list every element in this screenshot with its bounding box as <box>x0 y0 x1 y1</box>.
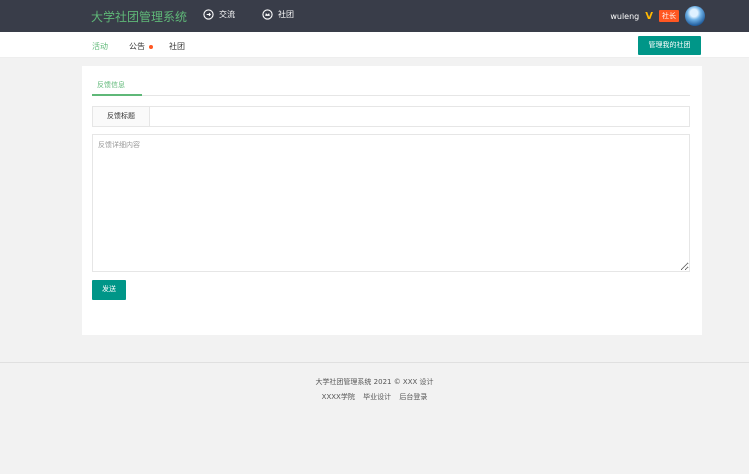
manage-my-club-button[interactable]: 管理我的社团 <box>638 36 701 55</box>
send-button[interactable]: 发送 <box>92 280 126 300</box>
nav-club-label: 社团 <box>278 10 294 19</box>
sub-navbar: 活动 公告 社团 <box>0 32 749 58</box>
feedback-card: 反馈信息 反馈标题 发送 <box>82 66 702 335</box>
nav-exchange[interactable]: 交流 <box>203 9 235 20</box>
exchange-icon <box>203 9 214 20</box>
username[interactable]: wuleng <box>610 12 639 21</box>
tab-divider <box>92 95 690 96</box>
title-field-row: 反馈标题 <box>92 106 690 127</box>
vip-icon: V <box>645 10 653 22</box>
title-label: 反馈标题 <box>93 107 150 126</box>
top-navbar: 大学社团管理系统 交流 社团 wuleng V 社长 <box>0 0 749 32</box>
role-badge: 社长 <box>659 10 679 22</box>
footer-link-admin-login[interactable]: 后台登录 <box>399 393 427 401</box>
tab-active-indicator <box>92 94 142 96</box>
user-menu[interactable]: wuleng V 社长 <box>610 6 705 26</box>
club-icon <box>262 9 273 20</box>
avatar[interactable] <box>685 6 705 26</box>
footer-copyright: 大学社团管理系统 2021 © XXX 设计 <box>315 378 434 386</box>
footer-link-graduation[interactable]: 毕业设计 <box>363 393 391 401</box>
footer-links: XXXX学院 毕业设计 后台登录 <box>0 392 749 402</box>
footer-link-college[interactable]: XXXX学院 <box>322 393 355 401</box>
nav-exchange-label: 交流 <box>219 10 235 19</box>
subnav-activity[interactable]: 活动 <box>92 41 108 52</box>
nav-club[interactable]: 社团 <box>262 9 294 20</box>
notice-dot-icon <box>149 44 153 49</box>
subnav-club[interactable]: 社团 <box>169 41 185 52</box>
subnav-notice-label: 公告 <box>129 42 145 51</box>
footer: 大学社团管理系统 2021 © XXX 设计 XXXX学院 毕业设计 后台登录 <box>0 362 749 474</box>
title-input[interactable] <box>150 107 689 126</box>
content-textarea[interactable] <box>92 134 690 272</box>
site-logo[interactable]: 大学社团管理系统 <box>91 8 187 25</box>
subnav-notice[interactable]: 公告 <box>129 41 153 52</box>
